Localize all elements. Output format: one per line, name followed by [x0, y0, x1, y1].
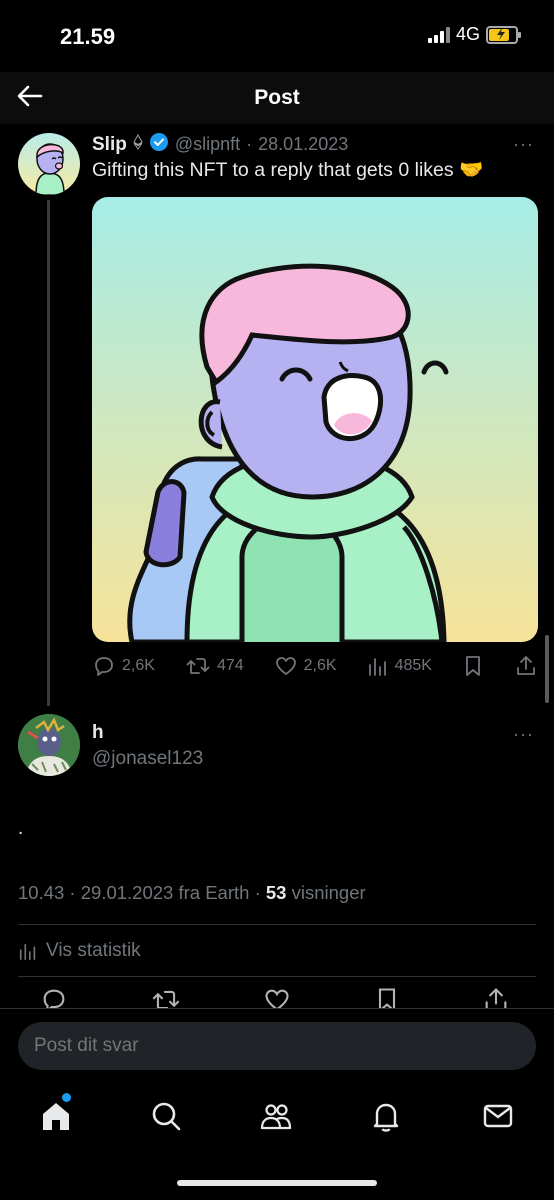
thread-line	[47, 200, 50, 706]
reply-meta: 10.43 · 29.01.2023 fra Earth · 53 visnin…	[18, 882, 366, 903]
scrollbar[interactable]	[545, 635, 549, 703]
view-stats-link[interactable]: Vis statistik	[18, 940, 141, 962]
reply-action[interactable]: 2,6K	[92, 654, 155, 678]
retweet-action[interactable]: 474	[185, 654, 244, 678]
reply-source-prefix: fra	[178, 882, 201, 903]
reply-time: 10.43	[18, 882, 65, 903]
reply-source: Earth	[205, 882, 250, 903]
search-icon[interactable]	[148, 1098, 184, 1134]
author-avatar[interactable]	[18, 133, 80, 195]
author-handle[interactable]: @slipnft	[175, 134, 240, 155]
reply-icon	[95, 657, 113, 676]
reply-views-count: 53	[265, 882, 287, 903]
reply-count: 2,6K	[122, 657, 155, 674]
tweet-text: Gifting this NFT to a reply that gets 0 …	[92, 159, 484, 181]
retweet-icon	[186, 658, 210, 674]
retweet-count: 474	[216, 657, 244, 674]
tweet-actions: 2,6K 474 2,6K 485K	[92, 652, 538, 680]
tweet-author-line: Slip @slipnft · 28.01.2023	[92, 132, 348, 157]
status-time: 21.59	[60, 24, 116, 49]
reply-author-handle[interactable]: @jonasel123	[92, 748, 203, 770]
reply-views-label: visninger	[291, 882, 366, 903]
like-action[interactable]: 2,6K	[274, 654, 337, 678]
reply-date: 29.01.2023	[80, 882, 174, 903]
analytics-icon	[19, 943, 36, 960]
divider	[18, 976, 536, 977]
like-count: 2,6K	[303, 657, 337, 674]
reply-text: .	[18, 818, 24, 839]
network-type: 4G	[455, 24, 480, 44]
views-action[interactable]: 485K	[367, 655, 432, 677]
tweet-more-icon[interactable]: ···	[513, 134, 534, 155]
heart-icon	[275, 657, 296, 675]
divider	[18, 924, 536, 925]
status-indicators: 4G	[427, 24, 521, 45]
share-icon	[517, 656, 535, 675]
home-indicator	[177, 1180, 377, 1186]
page-title: Post	[254, 86, 300, 109]
share-action[interactable]	[514, 654, 538, 678]
reply-more-icon[interactable]: ···	[513, 724, 534, 745]
views-count: 485K	[394, 657, 432, 674]
reply-input[interactable]	[18, 1022, 536, 1070]
analytics-icon	[368, 658, 386, 676]
ethereum-icon	[133, 133, 143, 155]
date-separator: ·	[246, 134, 253, 154]
author-name[interactable]: Slip	[92, 134, 127, 156]
verified-badge-icon	[149, 132, 169, 157]
notifications-icon[interactable]	[368, 1098, 404, 1134]
messages-icon[interactable]	[480, 1098, 516, 1134]
reply-author-avatar[interactable]	[18, 714, 80, 776]
home-icon[interactable]	[38, 1098, 74, 1134]
tweet-date: 28.01.2023	[258, 134, 349, 154]
nft-image[interactable]	[92, 197, 538, 642]
cellular-signal-icon	[427, 26, 450, 43]
notification-dot	[62, 1093, 71, 1102]
reply-author-name[interactable]: h	[92, 722, 104, 744]
view-stats-label: Vis statistik	[46, 940, 141, 961]
communities-icon[interactable]	[258, 1098, 294, 1134]
bookmark-action[interactable]	[462, 654, 484, 678]
battery-icon	[486, 25, 521, 44]
bookmark-icon	[466, 656, 480, 676]
